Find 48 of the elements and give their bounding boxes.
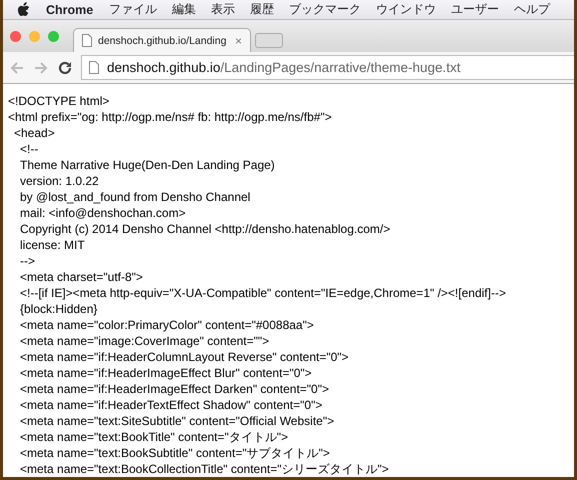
code-line: <meta name="if:HeaderColumnLayout Reverse" content="0"> [20,349,350,365]
document-icon [82,34,92,47]
code-line: <meta charset="utf-8"> [20,269,144,285]
back-icon[interactable] [9,60,25,76]
app-menu[interactable]: Chrome [46,2,94,16]
code-line: license: MIT [20,237,86,253]
code-line: <head> [14,125,56,141]
forward-icon[interactable] [33,60,49,76]
code-line: <meta name="text:SiteSubtitle" content="Official Website"> [20,413,336,429]
menu-item[interactable]: 編集 [172,1,196,18]
code-line: {block:Hidden} [20,301,98,317]
code-line: <meta name="if:HeaderImageEffect Darken" content="0"> [20,381,330,397]
document-icon [89,61,99,74]
code-line: <!--[if IE]><meta http-equiv="X-UA-Compatible" content="IE=edge,Chrome=1" /><![endif]--> [20,285,507,301]
code-line: mail: <info@denshochan.com> [20,205,187,221]
code-line: <meta name="if:HeaderTextEffect Shadow" content="0"> [20,397,324,413]
code-line: <meta name="text:BookCollectionTitle" content="シリーズタイトル"> [20,461,390,477]
minimize-window-icon[interactable] [29,30,40,42]
code-line: <meta name="color:PrimaryColor" content="#0088aa"> [20,317,315,333]
close-tab-icon[interactable]: × [234,34,242,48]
menu-item[interactable]: ユーザー [451,1,500,18]
menu-item[interactable]: ウインドウ [376,1,436,18]
url-text: denshoch.github.io/LandingPages/narrative/theme-huge.txt [107,60,460,75]
zoom-window-icon[interactable] [48,30,59,42]
tab-title: denshoch.github.io/Landing [98,34,228,46]
code-line: <!DOCTYPE html> [8,93,110,109]
reload-icon[interactable] [57,60,73,76]
apple-icon[interactable] [17,2,30,17]
menu-item[interactable]: ヘルプ [514,1,550,18]
close-window-icon[interactable] [10,30,21,42]
code-line: <meta name="if:HeaderImageEffect Blur" content="0"> [20,365,313,381]
code-line: <!-- [20,141,40,157]
menu-item[interactable]: 履歴 [250,1,274,18]
code-line: by @lost_and_found from Densho Channel [20,189,252,205]
browser-tab[interactable]: denshoch.github.io/Landing × [73,28,251,52]
code-line: --> [20,253,36,269]
code-line: <html prefix="og: http://ogp.me/ns# fb: http://ogp.me/ns/fb#"> [8,109,333,125]
menu-item[interactable]: ブックマーク [289,1,362,18]
code-line: Copyright (c) 2014 Densho Channel <http://densho.hatenablog.com/> [20,221,392,237]
code-line: <meta name="text:BookSubtitle" content="サブタイトル"> [20,445,331,461]
address-bar[interactable]: denshoch.github.io/LandingPages/narrative/theme-huge.txt [81,55,574,80]
code-line: <meta name="text:BookTitle" content="タイトル"> [20,429,290,445]
menu-item[interactable]: ファイル [109,1,158,18]
code-line: Theme Narrative Huge(Den-Den Landing Page) [20,157,276,173]
new-tab-button[interactable] [255,33,283,48]
code-line: <meta name="image:CoverImage" content=""> [20,333,270,349]
menu-item[interactable]: 表示 [211,1,236,18]
code-line: version: 1.0.22 [20,173,100,189]
